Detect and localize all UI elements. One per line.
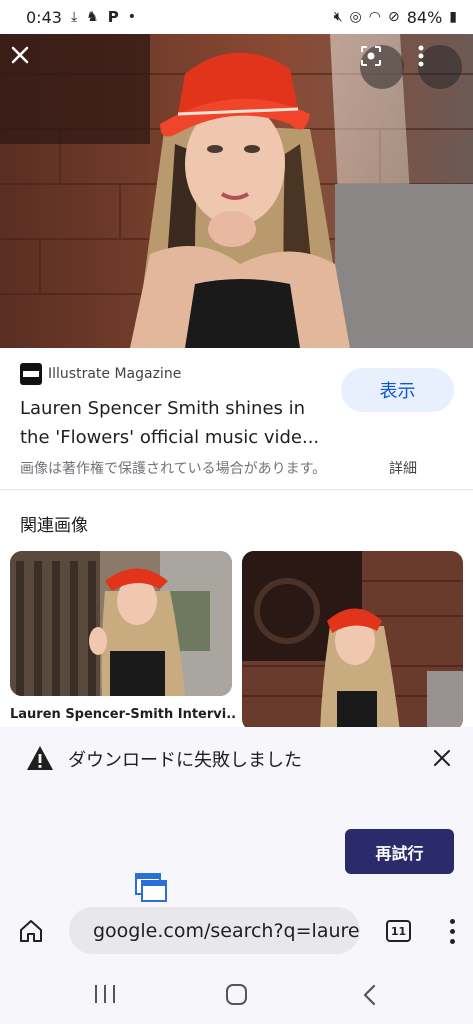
source-logo-icon [20,363,42,385]
back-icon[interactable] [360,984,380,1006]
view-button[interactable]: 表示 [341,368,454,412]
copyright-notice: 画像は著作権で保護されている場合があります。 [20,461,327,477]
source-name: Illustrate Magazine [48,366,182,382]
app-notification-icon: ♞ [86,9,99,25]
more-vert-icon [418,45,424,67]
download-done-icon: ⤓ [70,9,78,25]
related-images-heading: 関連画像 [20,516,88,536]
warning-icon [27,746,53,770]
home-button[interactable] [16,916,46,946]
home-icon [20,920,42,942]
status-bar: 0:43 ⤓ ♞ P • 🔇︎ ◎ ◠ ⊘ 84% ▮ [0,0,473,34]
recent-apps-icon[interactable] [95,985,115,1003]
battery-icon: ▮ [449,9,457,25]
mute-icon: 🔇︎ [333,9,343,25]
close-icon [11,46,29,64]
result-title[interactable]: Lauren Spencer Smith shines in the 'Flow… [20,394,340,452]
hotspot-icon: ◎ [349,9,362,25]
divider [0,489,473,490]
more-options-button[interactable] [418,45,462,89]
url-text[interactable]: google.com/search?q=lauren [93,920,360,942]
nav-home-icon[interactable] [226,984,247,1005]
battery-percent: 84% [406,7,443,27]
close-button[interactable] [10,45,54,89]
url-bar[interactable]: google.com/search?q=lauren [69,907,360,954]
dismiss-button[interactable] [428,744,456,772]
browser-menu-button[interactable] [440,916,464,946]
main-image[interactable] [0,34,473,348]
retry-button[interactable]: 再試行 [345,829,454,874]
related-image-2[interactable] [242,551,463,731]
do-not-disturb-icon: ⊘ [387,9,400,25]
wifi-icon: ◠ [368,9,381,25]
dot-icon: • [127,9,136,25]
parking-app-icon: P [107,8,119,26]
status-time: 0:43 [26,7,62,27]
tab-switch-icon[interactable] [135,873,167,903]
related-image-1[interactable] [10,551,232,696]
download-failed-message: ダウンロードに失敗しました [68,750,302,771]
tab-count-button[interactable]: 11 [386,920,411,942]
source-row[interactable]: Illustrate Magazine [20,363,181,385]
lens-icon [361,46,381,66]
lens-search-button[interactable] [360,45,404,89]
related-image-1-caption[interactable]: Lauren Spencer-Smith Intervi... [10,707,235,722]
close-icon [434,750,450,766]
details-link[interactable]: 詳細 [389,458,417,478]
